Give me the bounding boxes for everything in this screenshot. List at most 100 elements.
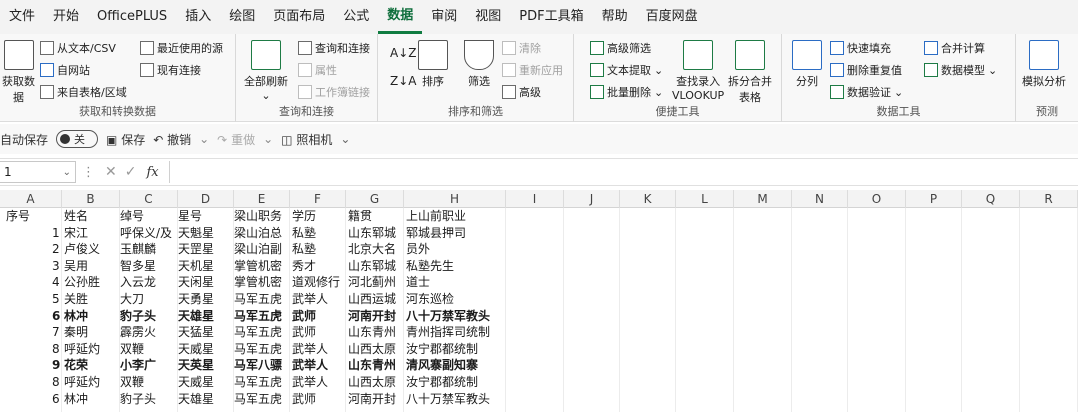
existing-connections-button[interactable]: 现有连接 <box>140 62 201 78</box>
name-box-chevron-icon[interactable]: ⌄ <box>63 167 71 178</box>
get-data-button[interactable]: 获取数 据 <box>2 40 35 105</box>
table-cell[interactable]: 私塾 <box>292 225 348 241</box>
menu-tab-0[interactable]: 文件 <box>0 0 44 34</box>
enter-icon[interactable]: ✓ <box>121 164 141 180</box>
worksheet-grid[interactable]: ABCDEFGHIJKLMNOPQR 序号 姓名 绰号 星号 梁山职务 学历 籍贯 上山前职业… <box>0 190 1078 412</box>
column-header-L[interactable]: L <box>676 190 734 208</box>
table-cell[interactable]: 河南开封 <box>348 391 404 407</box>
menu-tab-11[interactable]: 帮助 <box>593 0 637 34</box>
redo-dropdown-icon[interactable]: ⌄ <box>263 132 273 146</box>
properties-button[interactable]: 属性 <box>298 62 337 78</box>
table-cell[interactable]: 天魁星 <box>178 225 234 241</box>
column-header-N[interactable]: N <box>792 190 848 208</box>
menu-tab-12[interactable]: 百度网盘 <box>637 0 707 34</box>
camera-button[interactable]: ◫ 照相机 <box>281 131 332 148</box>
table-cell[interactable]: 双鞭 <box>120 374 176 390</box>
sort-button[interactable]: 排序 <box>418 40 448 89</box>
table-cell[interactable]: 掌管机密 <box>234 258 290 274</box>
table-cell[interactable]: 马军五虎 <box>234 391 290 407</box>
table-cell[interactable]: 关胜 <box>64 291 120 307</box>
filter-button[interactable]: 筛选 <box>464 40 494 89</box>
column-header-R[interactable]: R <box>1020 190 1078 208</box>
insert-function-icon[interactable]: fx <box>140 165 164 180</box>
table-cell[interactable]: 天机星 <box>178 258 234 274</box>
table-cell[interactable]: 武举人 <box>292 357 348 373</box>
table-cell[interactable]: 天勇星 <box>178 291 234 307</box>
column-header-F[interactable]: F <box>290 190 346 208</box>
table-cell[interactable]: 郓城县押司 <box>406 225 516 241</box>
column-header-C[interactable]: C <box>120 190 178 208</box>
table-cell[interactable]: 双鞭 <box>120 341 176 357</box>
column-header-K[interactable]: K <box>620 190 676 208</box>
text-to-columns-button[interactable]: 分列 <box>792 40 822 89</box>
redo-button[interactable]: ↷ 重做 <box>217 131 255 148</box>
table-cell[interactable]: 林冲 <box>64 391 120 407</box>
header-cell[interactable]: 梁山职务 <box>234 208 292 224</box>
header-cell[interactable]: 星号 <box>178 208 236 224</box>
table-cell[interactable]: 河东巡检 <box>406 291 516 307</box>
table-cell[interactable]: 掌管机密 <box>234 274 290 290</box>
table-cell[interactable]: 汝宁郡都统制 <box>406 374 516 390</box>
table-cell[interactable]: 霹雳火 <box>120 324 176 340</box>
table-cell[interactable]: 山西运城 <box>348 291 404 307</box>
sort-descending-button[interactable]: Z↓A <box>390 74 416 88</box>
column-header-Q[interactable]: Q <box>962 190 1020 208</box>
refresh-all-button[interactable]: 全部刷新 ⌄ <box>244 40 288 102</box>
table-cell[interactable]: 天英星 <box>178 357 234 373</box>
table-cell[interactable]: 吴用 <box>64 258 120 274</box>
column-header-E[interactable]: E <box>234 190 290 208</box>
menu-tab-7[interactable]: 数据 <box>378 0 423 34</box>
menu-tab-8[interactable]: 审阅 <box>422 0 466 34</box>
table-cell[interactable]: 河南开封 <box>348 308 404 324</box>
table-cell[interactable]: 玉麒麟 <box>120 241 176 257</box>
table-cell[interactable]: 天雄星 <box>178 391 234 407</box>
save-button[interactable]: ▣ 保存 <box>106 131 145 148</box>
undo-button[interactable]: ↶ 撤销 <box>153 131 191 148</box>
table-cell[interactable]: 马军五虎 <box>234 291 290 307</box>
table-cell[interactable]: 青州指挥司统制 <box>406 324 516 340</box>
table-cell[interactable]: 呼延灼 <box>64 341 120 357</box>
table-cell[interactable]: 卢俊义 <box>64 241 120 257</box>
batch-delete-button[interactable]: 批量删除 ⌄ <box>590 84 663 100</box>
table-cell[interactable]: 武举人 <box>292 341 348 357</box>
header-cell[interactable]: 籍贯 <box>348 208 406 224</box>
what-if-analysis-button[interactable]: 模拟分析 <box>1022 40 1066 89</box>
table-cell[interactable]: 天猛星 <box>178 324 234 340</box>
consolidate-button[interactable]: 合并计算 <box>924 40 985 56</box>
table-cell[interactable]: 智多星 <box>120 258 176 274</box>
column-header-O[interactable]: O <box>848 190 906 208</box>
header-cell[interactable]: 学历 <box>292 208 350 224</box>
table-cell[interactable]: 马军五虎 <box>234 341 290 357</box>
column-header-B[interactable]: B <box>62 190 120 208</box>
header-cell[interactable]: 绰号 <box>120 208 178 224</box>
menu-tab-1[interactable]: 开始 <box>44 0 88 34</box>
column-header-D[interactable]: D <box>178 190 234 208</box>
column-header-M[interactable]: M <box>734 190 792 208</box>
data-validation-button[interactable]: 数据验证 ⌄ <box>830 84 903 100</box>
queries-connections-button[interactable]: 查询和连接 <box>298 40 370 56</box>
header-cell[interactable]: 上山前职业 <box>406 208 516 224</box>
menu-tab-3[interactable]: 插入 <box>176 0 220 34</box>
cancel-icon[interactable]: ✕ <box>101 164 121 180</box>
table-cell[interactable]: 武师 <box>292 308 348 324</box>
table-cell[interactable]: 天罡星 <box>178 241 234 257</box>
table-cell[interactable]: 武师 <box>292 391 348 407</box>
table-cell[interactable]: 武师 <box>292 324 348 340</box>
column-header-H[interactable]: H <box>404 190 506 208</box>
column-header-J[interactable]: J <box>564 190 620 208</box>
table-cell[interactable]: 天威星 <box>178 341 234 357</box>
table-cell[interactable]: 山东郓城 <box>348 225 404 241</box>
advanced-filter-button[interactable]: 高级 <box>502 84 541 100</box>
table-cell[interactable]: 天雄星 <box>178 308 234 324</box>
from-web-button[interactable]: 自网站 <box>40 62 90 78</box>
table-cell[interactable]: 呼保义/及 <box>120 225 176 241</box>
column-header-A[interactable]: A <box>0 190 62 208</box>
table-cell[interactable]: 私塾先生 <box>406 258 516 274</box>
reapply-button[interactable]: 重新应用 <box>502 62 563 78</box>
table-cell[interactable]: 山东郓城 <box>348 258 404 274</box>
table-cell[interactable]: 豹子头 <box>120 391 176 407</box>
table-cell[interactable]: 秦明 <box>64 324 120 340</box>
table-cell[interactable]: 清风寨副知寨 <box>406 357 516 373</box>
recent-sources-button[interactable]: 最近使用的源 <box>140 40 223 56</box>
menu-tab-6[interactable]: 公式 <box>334 0 378 34</box>
